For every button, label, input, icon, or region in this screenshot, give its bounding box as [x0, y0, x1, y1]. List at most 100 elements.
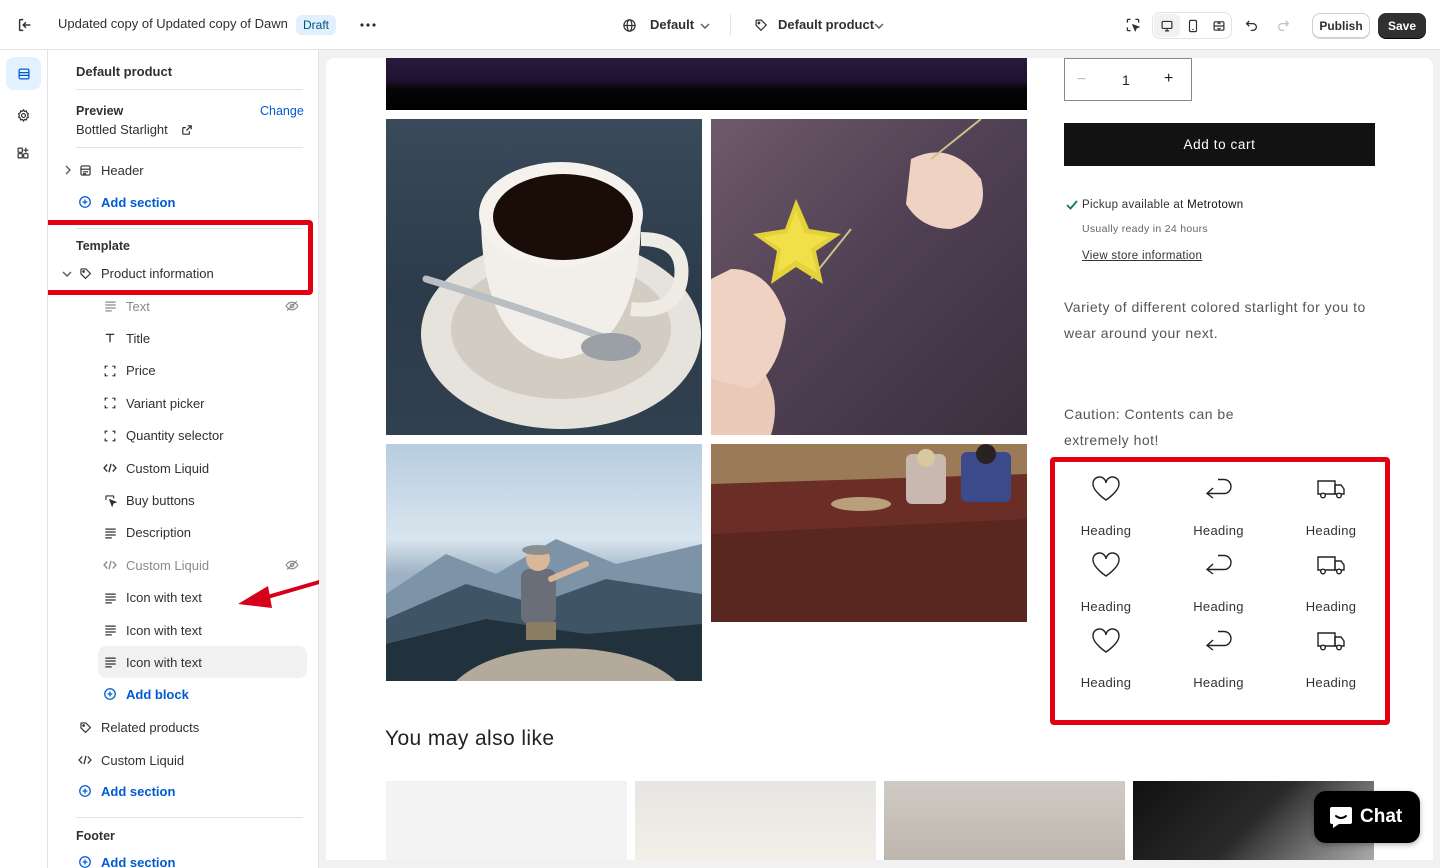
icon-with-text-item: Heading — [1163, 547, 1275, 623]
fullscreen-icon[interactable] — [1207, 15, 1231, 37]
icon-with-text-heading: Heading — [1305, 675, 1357, 690]
add-to-cart-button[interactable]: Add to cart — [1064, 123, 1375, 166]
quantity-minus-button[interactable]: − — [1077, 71, 1086, 89]
sections-tab[interactable] — [6, 57, 41, 90]
tag-icon — [78, 720, 92, 734]
sidebar-block-item[interactable]: Title — [48, 324, 318, 352]
sidebar-block-item[interactable]: Quantity selector — [48, 422, 318, 450]
add-block-button[interactable]: Add block — [48, 680, 318, 708]
icon-with-text-heading: Heading — [1305, 523, 1357, 538]
quantity-plus-button[interactable]: + — [1164, 70, 1173, 88]
mobile-icon[interactable] — [1181, 15, 1205, 37]
product-image-star[interactable] — [711, 119, 1027, 435]
quantity-selector: − 1 + — [1064, 58, 1192, 101]
sidebar-item-custom-liquid[interactable]: Custom Liquid — [48, 746, 318, 774]
add-section-label: Add section — [101, 854, 176, 868]
icon-with-text-item: Heading — [1050, 471, 1162, 547]
product-image-coffee[interactable] — [386, 119, 702, 435]
frame-icon — [103, 364, 117, 378]
sidebar-block-item[interactable]: Custom Liquid — [48, 454, 318, 482]
storefront-page: − 1 + Add to cart Pickup available at Me… — [326, 58, 1433, 860]
add-section-button[interactable]: Add section — [48, 848, 318, 868]
view-store-link[interactable]: View store information — [1082, 250, 1202, 262]
inspector-icon[interactable] — [1121, 13, 1145, 37]
sidebar-block-item[interactable]: Price — [48, 357, 318, 385]
add-block-label: Add block — [126, 686, 189, 702]
cursor-icon — [103, 493, 117, 507]
related-products-label: Related products — [101, 719, 200, 735]
sidebar-block-label: Custom Liquid — [126, 557, 210, 573]
icon-with-text-item: Heading — [1050, 623, 1162, 699]
related-product-card[interactable] — [386, 781, 627, 860]
more-actions-icon[interactable] — [356, 14, 380, 36]
frame-icon — [103, 429, 117, 443]
sidebar-block-item[interactable]: Buy buttons — [48, 486, 318, 514]
icon-with-text-heading: Heading — [1193, 675, 1244, 690]
external-link-icon[interactable] — [179, 122, 195, 138]
divider — [76, 89, 303, 90]
plus-circle-icon — [78, 195, 92, 209]
text-lines-icon — [103, 526, 117, 540]
add-section-button[interactable]: Add section — [48, 777, 318, 805]
top-bar: Updated copy of Updated copy of Dawn Dra… — [0, 0, 1440, 50]
desktop-icon[interactable] — [1155, 15, 1179, 37]
title-t-icon — [103, 331, 117, 345]
icon-with-text-item: Heading — [1163, 623, 1275, 699]
icon-with-text-item: Heading — [1275, 547, 1387, 623]
truck-icon — [1275, 471, 1387, 507]
sidebar-block-label: Buy buttons — [126, 492, 195, 508]
chevron-right-icon — [62, 164, 74, 176]
sidebar-item-related-products[interactable]: Related products — [48, 713, 318, 741]
chevron-down-icon — [872, 19, 886, 33]
product-image-beans[interactable] — [711, 444, 1027, 622]
hidden-eye-icon[interactable] — [284, 299, 300, 313]
icon-with-text-heading: Heading — [1193, 599, 1244, 614]
text-lines-icon — [103, 655, 117, 669]
sidebar-block-label: Icon with text — [126, 654, 202, 670]
toolbar-divider — [730, 14, 731, 36]
plus-circle-icon — [103, 687, 117, 701]
sidebar-block-item[interactable]: Icon with text — [48, 646, 318, 679]
preview-label: Preview — [76, 104, 124, 118]
related-heading: You may also like — [385, 727, 555, 750]
sidebar-block-item[interactable]: Description — [48, 519, 318, 547]
settings-gear-icon[interactable] — [12, 104, 34, 126]
template-selector[interactable]: Default product — [752, 13, 892, 37]
save-button[interactable]: Save — [1378, 13, 1426, 38]
apps-icon[interactable] — [12, 142, 34, 164]
sidebar-block-label: Text — [126, 298, 150, 314]
theme-name: Updated copy of Updated copy of Dawn — [58, 16, 288, 31]
sidebar-block-label: Price — [126, 363, 156, 379]
sidebar-item-header[interactable]: Header — [48, 156, 318, 184]
sidebar-block-label: Title — [126, 330, 151, 346]
chat-button[interactable]: Chat — [1314, 791, 1420, 843]
text-lines-icon — [103, 623, 117, 637]
related-product-card[interactable] — [884, 781, 1125, 860]
status-badge: Draft — [296, 15, 337, 35]
caution-text-line: extremely hot! — [1064, 432, 1159, 448]
icon-with-text-heading: Heading — [1080, 599, 1132, 614]
preview-change-link[interactable]: Change — [260, 104, 304, 118]
product-image-top[interactable] — [386, 58, 1027, 110]
pickup-ready-time: Usually ready in 24 hours — [1082, 223, 1208, 235]
heart-icon — [1050, 623, 1162, 659]
market-selector[interactable]: Default — [620, 13, 720, 37]
publish-button[interactable]: Publish — [1312, 13, 1370, 38]
sections-sidebar: Default product Preview Change Bottled S… — [48, 50, 319, 868]
heart-icon — [1050, 547, 1162, 583]
sidebar-block-item[interactable]: Icon with text — [48, 616, 318, 644]
quantity-value[interactable]: 1 — [1122, 72, 1130, 88]
truck-icon — [1275, 547, 1387, 583]
product-image-mountain[interactable] — [386, 444, 702, 681]
sidebar-item-product-information[interactable]: Product information — [48, 259, 318, 287]
add-section-button[interactable]: Add section — [48, 188, 318, 216]
icon-with-text-item: Heading — [1275, 623, 1387, 699]
viewport-toggle-group — [1152, 12, 1232, 39]
redo-icon[interactable] — [1272, 13, 1294, 37]
sidebar-block-item[interactable]: Text — [48, 292, 318, 320]
sidebar-block-item[interactable]: Variant picker — [48, 389, 318, 417]
icon-with-text-heading: Heading — [1305, 599, 1357, 614]
undo-icon[interactable] — [1240, 13, 1262, 37]
related-product-card[interactable] — [635, 781, 876, 860]
exit-icon[interactable] — [14, 14, 36, 36]
